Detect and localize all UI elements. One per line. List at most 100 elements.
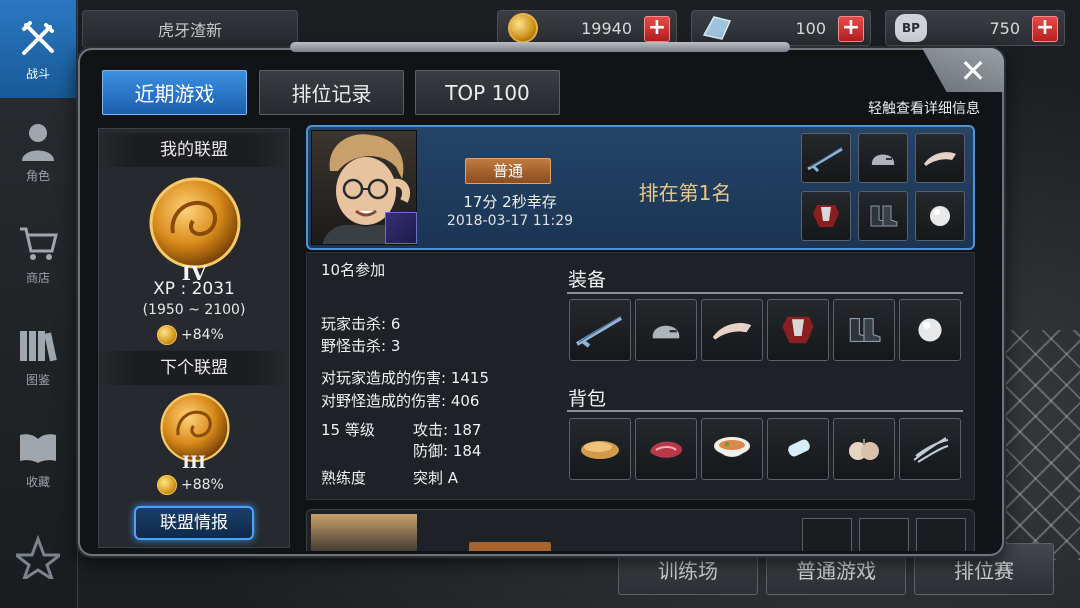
normal-game-label: 普通游戏 [796, 558, 876, 583]
final-rank: 排在第1名 [638, 181, 732, 205]
equipment-divider [567, 292, 963, 294]
close-button[interactable]: ✕ [952, 52, 994, 90]
add-bp-button[interactable]: + [1032, 16, 1058, 42]
nav-label: 图鉴 [25, 372, 50, 387]
game-record-card-2[interactable] [306, 509, 975, 551]
helmet-icon [858, 133, 908, 183]
nav-label: 角色 [25, 168, 50, 183]
nav-item-collection[interactable]: 收藏 [0, 408, 76, 506]
player-damage: 对玩家造成的伤害: 1415 [321, 369, 489, 387]
survival-time: 17分 2秒幸存 [463, 193, 557, 211]
bag-title: 背包 [568, 388, 607, 410]
player-level: 15 等级 [321, 421, 375, 439]
monster-kills: 野怪击杀: 3 [321, 337, 401, 355]
nav-item-shop[interactable]: 商店 [0, 204, 76, 302]
crossed-weapons-icon [22, 20, 54, 55]
bread-icon[interactable] [569, 418, 631, 480]
mastery-label: 熟练度 [321, 469, 367, 487]
orb-icon[interactable] [899, 299, 961, 361]
nav-item-battle[interactable]: 战斗 [0, 0, 76, 98]
bag-divider [567, 410, 963, 412]
equipment-title: 装备 [568, 269, 607, 291]
left-nav: 战斗 角色 商店 图鉴 收藏 [0, 0, 78, 608]
tap-hint: 轻触查看详细信息 [868, 101, 980, 117]
next-league-tier: III [182, 453, 206, 473]
tab-label: 近期游戏 [134, 82, 215, 106]
player-avatar-2 [311, 514, 417, 551]
books-icon [20, 330, 57, 361]
next-league-title: 下个联盟 [99, 351, 289, 385]
gold-coin-icon [157, 325, 177, 345]
star-emblem-icon [16, 535, 60, 579]
arm-guard-icon[interactable] [701, 299, 763, 361]
open-book-icon [20, 433, 56, 463]
bp-icon: BP [892, 9, 930, 47]
player-kills: 玩家击杀: 6 [321, 315, 401, 333]
next-league-percent-value: +88% [181, 477, 224, 493]
my-league-percent: +84% [157, 325, 224, 345]
boots-icon [858, 191, 908, 241]
chest-armor-icon[interactable] [767, 299, 829, 361]
channel-title[interactable]: 虎牙渣新 [82, 10, 298, 48]
tab-label: 排位记录 [291, 82, 372, 106]
slot-2-3 [916, 518, 966, 551]
chest-armor-icon [801, 191, 851, 241]
xp-range: (1950 ~ 2100) [142, 302, 246, 318]
nav-label: 商店 [25, 270, 50, 285]
next-league-percent: +88% [157, 475, 224, 495]
game-mode-badge-2 [469, 542, 551, 551]
ranked-label: 排位赛 [954, 558, 1014, 583]
league-panel: 我的联盟 IV XP : 2031 (1950 ~ 2100) +84% 下个联… [98, 128, 290, 548]
bp-currency: BP 750 + [885, 10, 1065, 46]
league-medal-icon [149, 177, 241, 269]
shopping-cart-icon [20, 227, 58, 260]
blade-icon [801, 133, 851, 183]
nav-item-codex[interactable]: 图鉴 [0, 306, 76, 404]
slot-2-1 [802, 518, 852, 551]
orb-icon [915, 191, 965, 241]
nav-item-rank-emblem[interactable] [0, 510, 76, 608]
add-crystal-button[interactable]: + [838, 16, 864, 42]
training-label: 训练场 [658, 558, 718, 583]
nav-item-character[interactable]: 角色 [0, 102, 76, 200]
xp-value: XP : 2031 [153, 279, 235, 299]
character-icon [22, 123, 54, 161]
gold-currency: 19940 + [497, 10, 677, 46]
slot-2-2 [859, 518, 909, 551]
helmet-icon[interactable] [635, 299, 697, 361]
garlic-icon[interactable] [833, 418, 895, 480]
league-info-label: 联盟情报 [160, 513, 228, 533]
tab-recent-games[interactable]: 近期游戏 [102, 70, 247, 115]
attack-stat: 攻击: 187 [413, 421, 482, 439]
tab-ranked-records[interactable]: 排位记录 [259, 70, 404, 115]
close-icon: ✕ [959, 52, 987, 90]
channel-name: 虎牙渣新 [157, 21, 222, 40]
crystal-currency: 100 + [691, 10, 871, 46]
monster-damage: 对野怪造成的伤害: 406 [321, 392, 480, 410]
modal-handle [290, 42, 790, 52]
nav-label: 战斗 [25, 66, 50, 81]
league-info-button[interactable]: 联盟情报 [134, 506, 254, 540]
skill-badge-icon [385, 212, 417, 244]
blade-icon[interactable] [569, 299, 631, 361]
my-league-title: 我的联盟 [99, 133, 289, 167]
participants: 10名参加 [321, 261, 386, 279]
tab-top100[interactable]: TOP 100 [415, 70, 560, 115]
boots-icon[interactable] [833, 299, 895, 361]
crystal-amount: 100 [795, 18, 826, 38]
game-timestamp: 2018-03-17 11:29 [446, 213, 574, 229]
nav-label: 收藏 [25, 474, 50, 489]
my-league-percent-value: +84% [181, 327, 224, 343]
tab-label: TOP 100 [445, 80, 530, 105]
arm-guard-icon [915, 133, 965, 183]
bandage-icon[interactable] [767, 418, 829, 480]
meat-icon[interactable] [635, 418, 697, 480]
claws-icon[interactable] [899, 418, 961, 480]
soup-bowl-icon[interactable] [701, 418, 763, 480]
game-mode-badge: 普通 [465, 158, 551, 184]
mastery-value: 突刺 A [413, 469, 459, 487]
add-gold-button[interactable]: + [644, 16, 670, 42]
gold-coin-icon [157, 475, 177, 495]
defense-stat: 防御: 184 [413, 442, 482, 460]
bp-amount: 750 [989, 18, 1020, 38]
